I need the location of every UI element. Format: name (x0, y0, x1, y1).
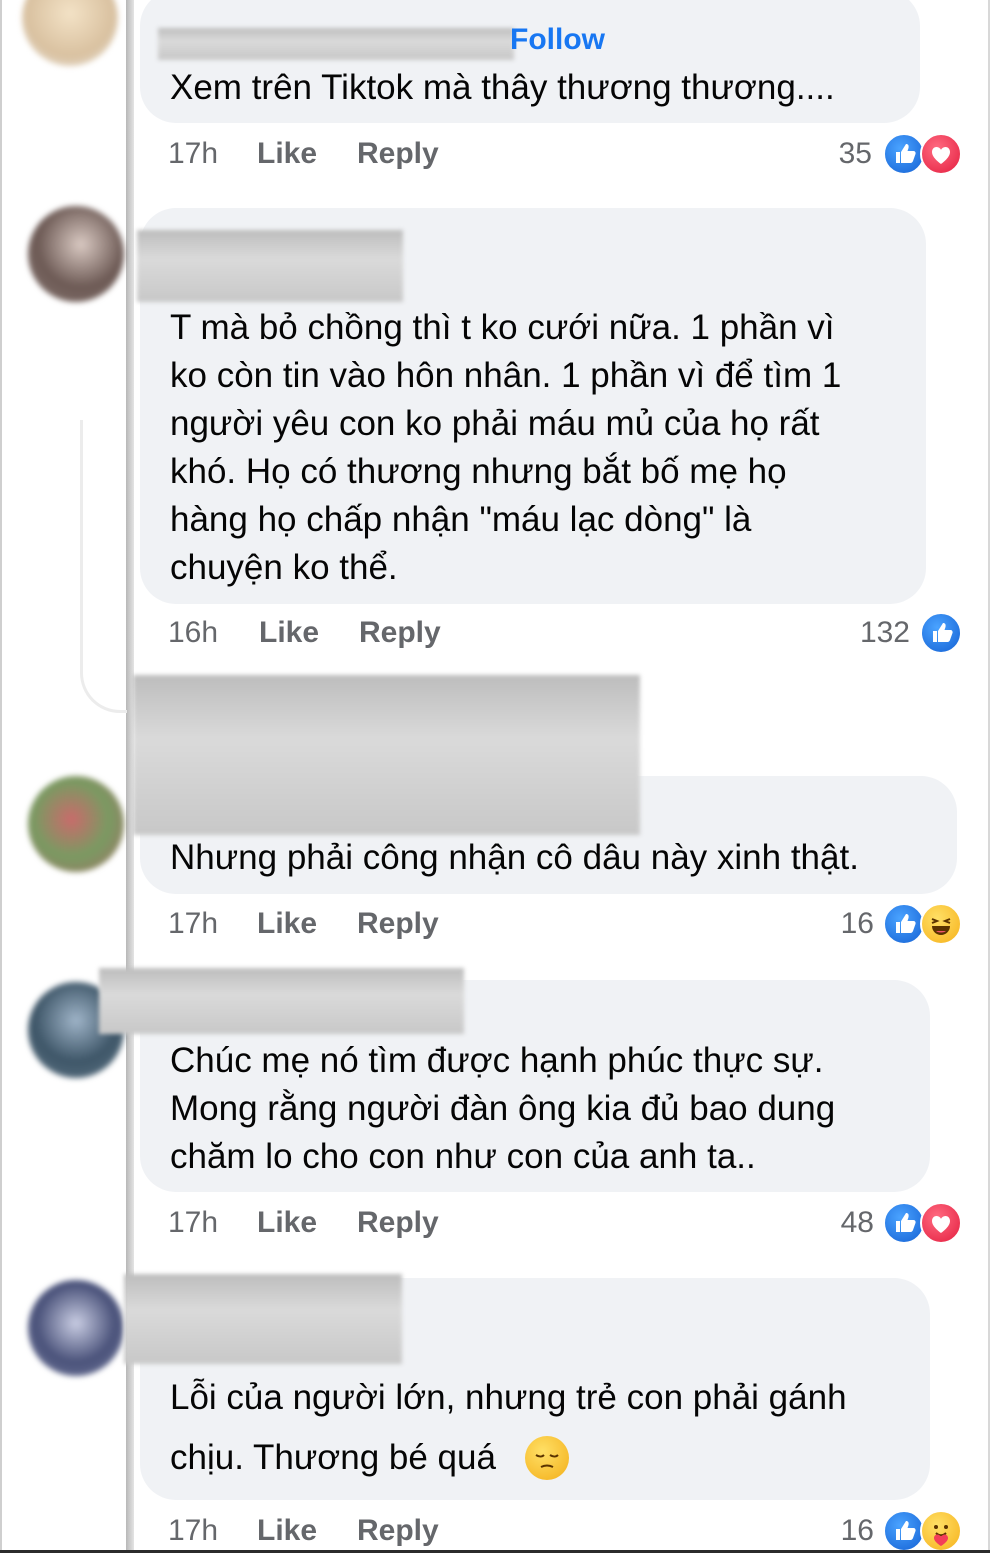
reply-button[interactable]: Reply (357, 1511, 439, 1551)
comment-text-line: chịu. Thương bé quá (170, 1438, 496, 1477)
like-button[interactable]: Like (257, 1511, 317, 1551)
comment-text: Chúc mẹ nó tìm được hạnh phúc thực sự. M… (170, 1041, 836, 1176)
reply-button[interactable]: Reply (357, 1203, 439, 1243)
comment-text-line: Lỗi của người lớn, nhưng trẻ con phải gá… (170, 1378, 847, 1417)
reply-button[interactable]: Reply (359, 613, 441, 653)
like-button[interactable]: Like (257, 904, 317, 944)
avatar[interactable] (28, 776, 124, 872)
sad-face-icon (525, 1436, 569, 1480)
like-icon (883, 1510, 925, 1552)
comment-text: Xem trên Tiktok mà thây thương thương...… (170, 68, 835, 107)
comment-actions: 17h Like Reply (168, 1511, 468, 1551)
screenshot-left-border (0, 0, 2, 1553)
follow-link[interactable]: Follow (510, 22, 605, 58)
love-icon (920, 1202, 962, 1244)
comment-actions: 17h Like Reply (168, 904, 468, 944)
comment-text: T mà bỏ chồng thì t ko cưới nữa. 1 phần … (170, 308, 842, 587)
reaction-count[interactable]: 132 (820, 613, 910, 653)
commenter-name-redacted[interactable] (133, 675, 640, 835)
love-icon (920, 133, 962, 175)
like-icon (883, 133, 925, 175)
reply-button[interactable]: Reply (357, 904, 439, 944)
avatar[interactable] (22, 0, 118, 66)
like-icon (883, 903, 925, 945)
comment-actions: 16h Like Reply (168, 613, 468, 653)
like-button[interactable]: Like (257, 1203, 317, 1243)
haha-icon (920, 903, 962, 945)
commenter-name-redacted[interactable] (158, 28, 514, 60)
comment-timestamp[interactable]: 17h (168, 904, 218, 944)
commenter-name-redacted[interactable] (137, 230, 403, 302)
reaction-count[interactable]: 48 (784, 1203, 874, 1243)
commenter-name-redacted[interactable] (99, 968, 464, 1034)
reply-thread-curve (80, 420, 127, 713)
commenter-name-redacted[interactable] (124, 1274, 402, 1364)
reaction-count[interactable]: 35 (782, 134, 872, 174)
comment-timestamp[interactable]: 16h (168, 613, 218, 653)
reaction-count[interactable]: 16 (784, 1511, 874, 1551)
like-button[interactable]: Like (257, 134, 317, 174)
comment-text: Nhưng phải công nhận cô dâu này xinh thậ… (170, 838, 859, 877)
comment-timestamp[interactable]: 17h (168, 134, 218, 174)
comment-timestamp[interactable]: 17h (168, 1511, 218, 1551)
reaction-count[interactable]: 16 (784, 904, 874, 944)
like-icon (920, 612, 962, 654)
comment-actions: 17h Like Reply (168, 1203, 468, 1243)
care-icon (920, 1510, 962, 1552)
like-icon (883, 1202, 925, 1244)
comment-actions: 17h Like Reply (168, 134, 468, 174)
avatar[interactable] (28, 1280, 124, 1376)
reply-button[interactable]: Reply (357, 134, 439, 174)
avatar[interactable] (28, 206, 124, 302)
comment-timestamp[interactable]: 17h (168, 1203, 218, 1243)
like-button[interactable]: Like (259, 613, 319, 653)
